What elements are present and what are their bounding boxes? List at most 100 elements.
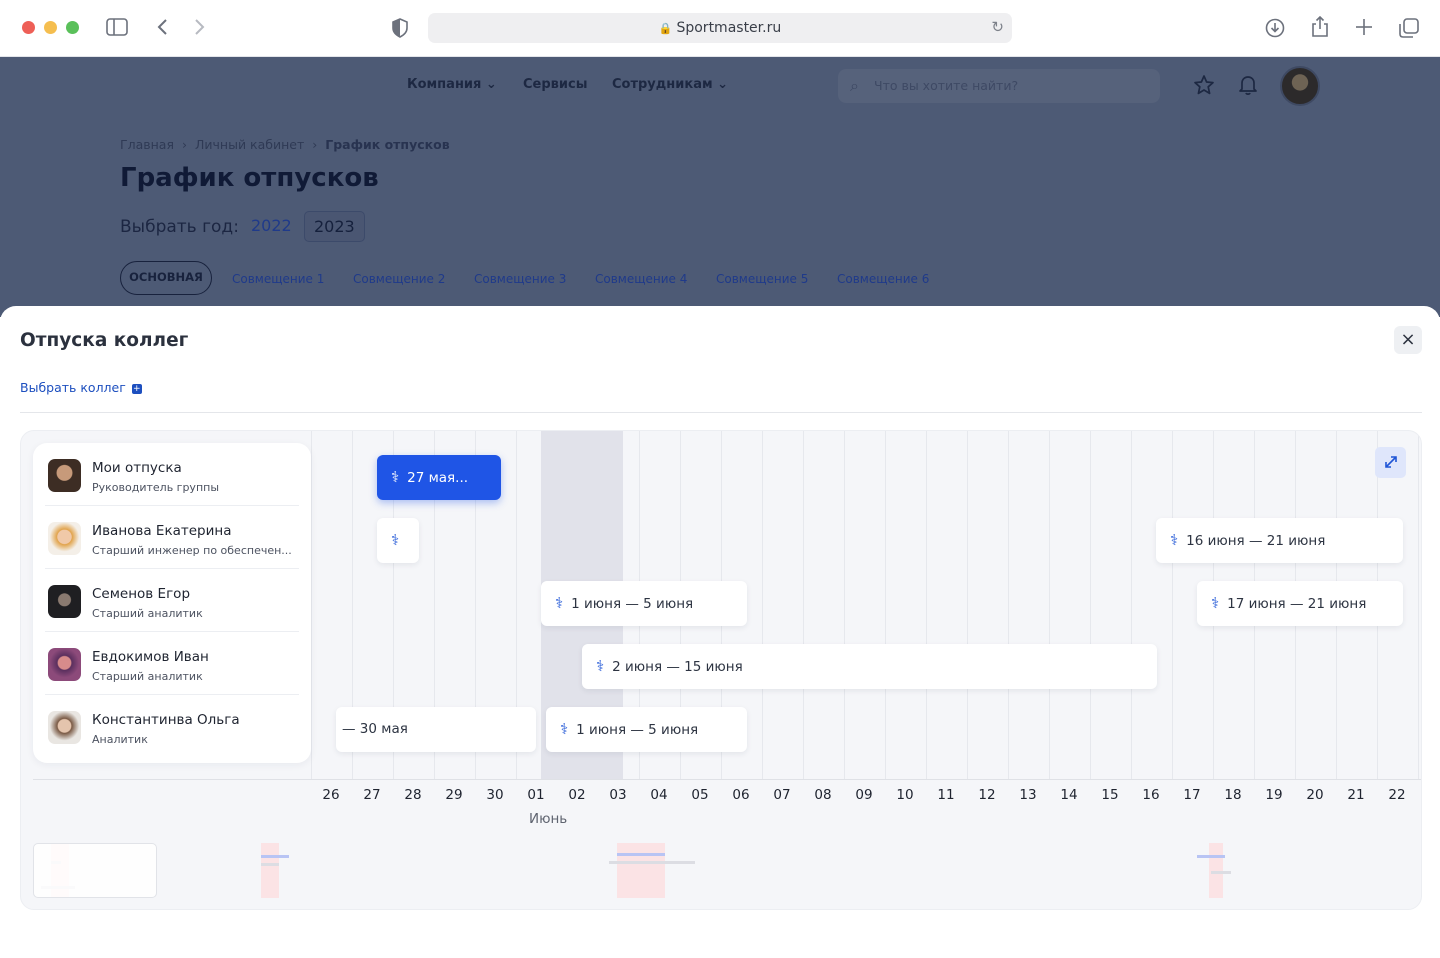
- month-label: Июнь: [529, 811, 568, 827]
- search-box[interactable]: ⌕ Что вы хотите найти?: [838, 69, 1160, 103]
- vacation-bar[interactable]: ⚕ 16 июня — 21 июня: [1156, 518, 1403, 563]
- tab-combination-5[interactable]: Совмещение 5: [716, 272, 808, 286]
- expand-icon[interactable]: [1375, 447, 1406, 478]
- list-item[interactable]: Иванова Екатерина Старший инженер по обе…: [33, 506, 311, 569]
- plus-icon: +: [131, 384, 142, 394]
- search-icon: ⌕: [850, 76, 859, 95]
- forward-icon[interactable]: [192, 17, 206, 40]
- day-tick-label: 22: [1388, 787, 1406, 803]
- palm-icon: ⚕: [560, 720, 569, 738]
- tab-combination-4[interactable]: Совмещение 4: [595, 272, 687, 286]
- share-icon[interactable]: [1311, 15, 1329, 41]
- palm-icon: ⚕: [555, 594, 564, 612]
- day-tick-label: 20: [1306, 787, 1324, 803]
- grid-column-line: [967, 431, 968, 779]
- vacation-bar[interactable]: ⚕: [377, 518, 419, 563]
- grid-column-line: [926, 431, 927, 779]
- tab-combination-6[interactable]: Совмещение 6: [837, 272, 929, 286]
- palm-icon: ⚕: [1211, 594, 1220, 612]
- person-name: Семенов Егор: [92, 586, 191, 602]
- day-tick-label: 18: [1224, 787, 1242, 803]
- day-tick-label: 03: [609, 787, 627, 803]
- vacation-bar[interactable]: ⚕ 2 июня — 15 июня: [582, 644, 1157, 689]
- day-tick-label: 06: [732, 787, 750, 803]
- grid-column-line: [1049, 431, 1050, 779]
- person-name: Мои отпуска: [92, 460, 182, 476]
- search-input[interactable]: Что вы хотите найти?: [874, 78, 1018, 93]
- minimap-mark: [261, 863, 279, 866]
- year-label: Выбрать год:: [120, 217, 239, 237]
- sidebar-toggle-icon[interactable]: [106, 18, 128, 39]
- reload-icon[interactable]: ↻: [991, 18, 1004, 36]
- tab-combination-2[interactable]: Совмещение 2: [353, 272, 445, 286]
- minimap-mark: [617, 843, 665, 898]
- person-role: Старший аналитик: [92, 607, 203, 620]
- palm-icon: ⚕: [391, 468, 400, 486]
- tab-combination-1[interactable]: Совмещение 1: [232, 272, 324, 286]
- avatar: [48, 711, 81, 744]
- day-tick-label: 15: [1101, 787, 1119, 803]
- tab-combination-3[interactable]: Совмещение 3: [474, 272, 566, 286]
- vacation-bar-label: — 30 мая: [342, 721, 408, 737]
- browser-toolbar: 🔒 Sportmaster.ru ↻: [0, 0, 1440, 57]
- close-icon[interactable]: ×: [1394, 326, 1422, 354]
- grid-column-line: [1418, 431, 1419, 779]
- vacation-bar-label: 16 июня — 21 июня: [1186, 533, 1326, 549]
- person-name: Иванова Екатерина: [92, 523, 232, 539]
- avatar: [48, 648, 81, 681]
- bell-icon[interactable]: [1238, 74, 1258, 101]
- vacation-bar-label: 27 мая...: [407, 470, 469, 486]
- palm-icon: ⚕: [1170, 531, 1179, 549]
- address-bar[interactable]: 🔒 Sportmaster.ru ↻: [428, 13, 1012, 43]
- grid-column-line: [1172, 431, 1173, 779]
- nav-services[interactable]: Сервисы: [523, 77, 587, 92]
- window-close-dot[interactable]: [22, 21, 35, 34]
- tabs-overview-icon[interactable]: [1399, 18, 1419, 41]
- year-2022-button[interactable]: 2022: [242, 211, 301, 242]
- back-icon[interactable]: [156, 17, 170, 40]
- day-tick-label: 14: [1060, 787, 1078, 803]
- window-minimize-dot[interactable]: [44, 21, 57, 34]
- day-tick-label: 08: [814, 787, 832, 803]
- vacation-bar[interactable]: ⚕ 27 мая...: [377, 455, 501, 500]
- avatar: [48, 522, 81, 555]
- minimap-viewport[interactable]: [33, 843, 157, 898]
- new-tab-icon[interactable]: [1355, 18, 1373, 39]
- window-maximize-dot[interactable]: [66, 21, 79, 34]
- person-role: Старший инженер по обеспечен...: [92, 544, 292, 557]
- pick-colleagues-link[interactable]: Выбрать коллег +: [20, 380, 142, 395]
- list-item[interactable]: Семенов Егор Старший аналитик: [33, 569, 311, 632]
- breadcrumb-home[interactable]: Главная: [120, 137, 174, 152]
- tab-main[interactable]: ОСНОВНАЯ: [120, 261, 212, 295]
- grid-column-line: [844, 431, 845, 779]
- vacation-bar[interactable]: ⚕ 1 июня — 5 июня: [546, 707, 747, 752]
- list-item[interactable]: Мои отпуска Руководитель группы: [33, 443, 311, 506]
- breadcrumb: Главная › Личный кабинет › График отпусков: [120, 137, 450, 152]
- download-icon[interactable]: [1265, 18, 1285, 41]
- vacation-bar[interactable]: — 30 мая: [336, 707, 536, 752]
- shield-icon[interactable]: [392, 18, 408, 41]
- breadcrumb-current: График отпусков: [325, 137, 450, 152]
- year-2023-button[interactable]: 2023: [304, 211, 365, 242]
- vacation-bar[interactable]: ⚕ 1 июня — 5 июня: [541, 581, 747, 626]
- chevron-right-icon: ›: [182, 137, 187, 152]
- grid-column-line: [1090, 431, 1091, 779]
- day-tick-label: 13: [1019, 787, 1037, 803]
- list-item[interactable]: Константинва Ольга Аналитик: [33, 695, 311, 758]
- day-tick-label: 01: [527, 787, 545, 803]
- grid-column-line: [885, 431, 886, 779]
- breadcrumb-account[interactable]: Личный кабинет: [195, 137, 304, 152]
- day-tick-label: 19: [1265, 787, 1283, 803]
- minimap-mark: [261, 855, 289, 858]
- vacation-bar-label: 1 июня — 5 июня: [576, 722, 699, 738]
- modal-title: Отпуска коллег: [20, 330, 189, 351]
- list-item[interactable]: Евдокимов Иван Старший аналитик: [33, 632, 311, 695]
- day-tick-label: 02: [568, 787, 586, 803]
- nav-company[interactable]: Компания ⌄: [407, 77, 497, 92]
- grid-column-line: [1008, 431, 1009, 779]
- nav-employees[interactable]: Сотрудникам ⌄: [612, 77, 728, 92]
- star-icon[interactable]: [1193, 74, 1215, 101]
- vacation-bar-label: 17 июня — 21 июня: [1227, 596, 1367, 612]
- user-avatar[interactable]: [1280, 66, 1320, 106]
- vacation-bar[interactable]: ⚕ 17 июня — 21 июня: [1197, 581, 1403, 626]
